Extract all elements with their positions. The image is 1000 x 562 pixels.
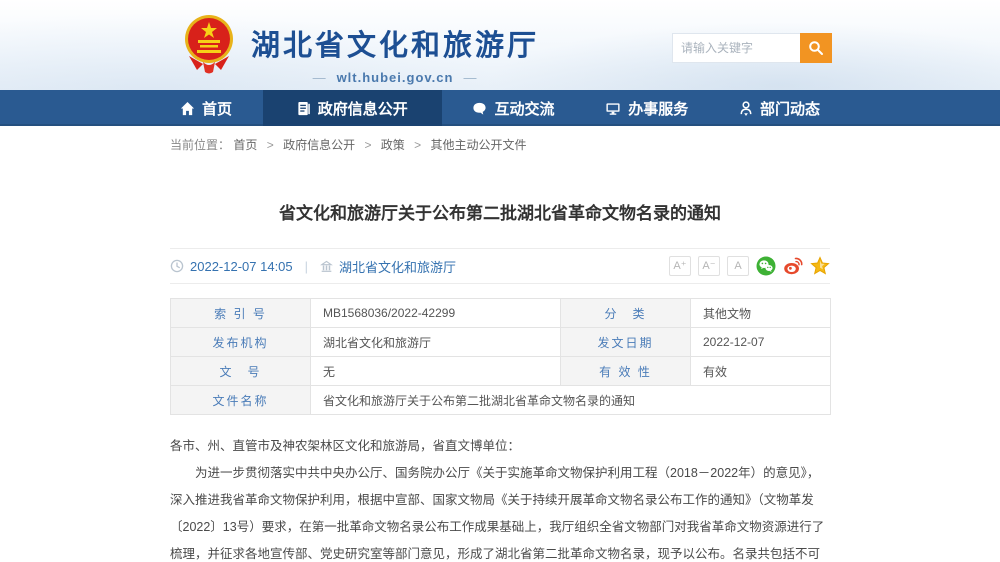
breadcrumb-current[interactable]: 其他主动公开文件	[431, 138, 527, 152]
meta-value-category: 其他文物	[690, 298, 831, 328]
search-icon	[809, 41, 823, 55]
person-icon	[740, 100, 752, 116]
weibo-icon[interactable]	[783, 256, 803, 276]
meta-label-doc-number: 文 号	[170, 356, 311, 386]
site-header: 湖北省文化和旅游厅 — wlt.hubei.gov.cn —	[0, 0, 1000, 90]
article-source[interactable]: 湖北省文化和旅游厅	[339, 257, 456, 276]
chat-icon	[473, 102, 487, 115]
breadcrumb-separator: >	[414, 138, 422, 152]
favorite-star-icon[interactable]	[810, 256, 830, 276]
home-icon	[180, 101, 195, 115]
table-row: 索 引 号 MB1568036/2022-42299 分 类 其他文物	[170, 298, 831, 328]
wechat-icon[interactable]	[756, 256, 776, 276]
breadcrumb-home[interactable]: 首页	[233, 138, 257, 152]
site-brand: 湖北省文化和旅游厅 — wlt.hubei.gov.cn —	[183, 12, 539, 85]
font-larger-button[interactable]: A⁺	[669, 256, 691, 276]
search-input[interactable]	[672, 33, 800, 63]
search-button[interactable]	[800, 33, 832, 63]
national-emblem-logo	[185, 15, 233, 74]
document-meta-table: 索 引 号 MB1568036/2022-42299 分 类 其他文物 发布机构…	[170, 298, 831, 415]
nav-label: 互动交流	[494, 100, 555, 118]
nav-label: 办事服务	[628, 100, 689, 118]
breadcrumb-policy[interactable]: 政策	[381, 138, 405, 152]
source-building-icon	[320, 260, 333, 272]
nav-label: 首页	[202, 100, 233, 118]
meta-label-issue-date: 发文日期	[560, 327, 691, 357]
meta-value-publisher: 湖北省文化和旅游厅	[310, 327, 561, 357]
meta-label-publisher: 发布机构	[170, 327, 311, 357]
font-reset-button[interactable]: A	[727, 256, 749, 276]
clock-icon	[170, 259, 184, 273]
main-nav: 首页 政府信息公开 互动交流 办事服务 部门动态	[0, 90, 1000, 126]
document-icon	[298, 101, 310, 115]
meta-value-issue-date: 2022-12-07	[690, 327, 831, 357]
breadcrumb: 当前位置： 首页 > 政府信息公开 > 政策 > 其他主动公开文件	[170, 136, 830, 153]
meta-value-file-name: 省文化和旅游厅关于公布第二批湖北省革命文物名录的通知	[310, 385, 831, 415]
salutation-paragraph: 各市、州、直管市及神农架林区文化和旅游局，省直文博单位：	[170, 439, 521, 453]
table-row: 文 号 无 有 效 性 有效	[170, 356, 831, 386]
monitor-icon	[606, 102, 620, 115]
font-smaller-button[interactable]: A⁻	[698, 256, 720, 276]
breadcrumb-separator: >	[266, 138, 274, 152]
body-paragraph: 为进一步贯彻落实中共中央办公厅、国务院办公厅《关于实施革命文物保护利用工程（20…	[170, 465, 825, 561]
meta-label-index-number: 索 引 号	[170, 298, 311, 328]
nav-label: 部门动态	[759, 100, 820, 118]
article-meta-line: 2022-12-07 14:05 | 湖北省文化和旅游厅 A⁺ A⁻ A	[170, 248, 830, 284]
nav-item-gov-info[interactable]: 政府信息公开	[262, 90, 442, 126]
nav-item-department-news[interactable]: 部门动态	[719, 90, 840, 126]
breadcrumb-label: 当前位置：	[170, 138, 231, 152]
meta-label-file-name: 文件名称	[170, 385, 311, 415]
nav-item-home[interactable]: 首页	[160, 90, 252, 126]
document-body: 各市、州、直管市及神农架林区文化和旅游局，省直文博单位： 为进一步贯彻落实中共中…	[170, 433, 830, 562]
url-dash-left: —	[312, 70, 327, 85]
breadcrumb-gov-info[interactable]: 政府信息公开	[283, 138, 355, 152]
article-datetime: 2022-12-07 14:05	[190, 258, 293, 274]
meta-value-doc-number: 无	[310, 356, 561, 386]
article-title: 省文化和旅游厅关于公布第二批湖北省革命文物名录的通知	[279, 204, 721, 223]
meta-value-index-number: MB1568036/2022-42299	[310, 298, 561, 328]
nav-label: 政府信息公开	[317, 100, 408, 118]
meta-label-category: 分 类	[560, 298, 691, 328]
url-dash-right: —	[463, 70, 478, 85]
meta-label-validity: 有 效 性	[560, 356, 691, 386]
meta-divider: |	[304, 258, 309, 274]
nav-item-services[interactable]: 办事服务	[585, 90, 708, 126]
meta-value-validity: 有效	[690, 356, 831, 386]
table-row: 文件名称 省文化和旅游厅关于公布第二批湖北省革命文物名录的通知	[170, 385, 831, 415]
article: 省文化和旅游厅关于公布第二批湖北省革命文物名录的通知 2022-12-07 14…	[170, 199, 831, 562]
nav-item-interaction[interactable]: 互动交流	[452, 90, 574, 126]
site-title: 湖北省文化和旅游厅	[251, 30, 540, 62]
table-row: 发布机构 湖北省文化和旅游厅 发文日期 2022-12-07	[170, 327, 831, 357]
site-search	[672, 33, 832, 63]
breadcrumb-separator: >	[364, 138, 372, 152]
site-url-text: wlt.hubei.gov.cn	[336, 70, 454, 85]
site-url: — wlt.hubei.gov.cn —	[251, 70, 539, 85]
